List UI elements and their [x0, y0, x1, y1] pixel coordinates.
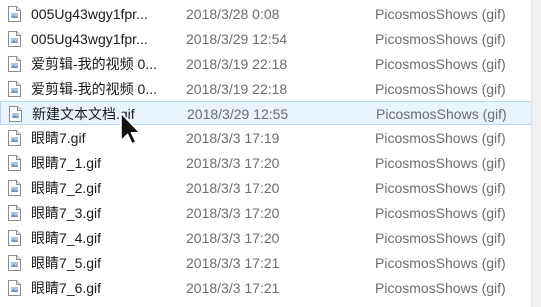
file-type: PicosmosShows (gif) — [375, 255, 506, 271]
document-icon — [8, 255, 21, 271]
file-name[interactable]: 眼睛7.gif — [31, 129, 179, 147]
file-row[interactable]: 眼睛7_1.gif 2018/3/3 17:20 PicosmosShows (… — [0, 151, 541, 175]
document-icon — [8, 205, 21, 221]
file-type: PicosmosShows (gif) — [375, 31, 506, 47]
file-date-modified: 2018/3/29 12:55 — [187, 106, 289, 122]
file-name[interactable]: 眼睛7_3.gif — [31, 204, 179, 222]
file-type: PicosmosShows (gif) — [375, 230, 506, 246]
file-type: PicosmosShows (gif) — [375, 205, 506, 221]
document-icon — [8, 155, 21, 171]
file-date-modified: 2018/3/3 17:21 — [186, 255, 280, 271]
file-type: PicosmosShows (gif) — [375, 6, 506, 22]
file-row[interactable]: 005Ug43wgy1fpr... 2018/3/29 12:54 Picosm… — [0, 27, 541, 51]
file-type: PicosmosShows (gif) — [375, 81, 506, 97]
file-type: PicosmosShows (gif) — [375, 180, 506, 196]
file-name[interactable]: 眼睛7_1.gif — [31, 154, 179, 172]
file-name[interactable]: 005Ug43wgy1fpr... — [31, 30, 179, 48]
file-name[interactable]: 爱剪辑-我的视频 0... — [31, 55, 179, 73]
file-list: 005Ug43wgy1fpr... 2018/3/28 0:08 Picosmo… — [0, 0, 541, 307]
document-icon — [8, 280, 21, 296]
file-row[interactable]: 眼睛7_4.gif 2018/3/3 17:20 PicosmosShows (… — [0, 226, 541, 250]
file-name[interactable]: 眼睛7_4.gif — [31, 229, 179, 247]
file-row[interactable]: 眼睛7_5.gif 2018/3/3 17:21 PicosmosShows (… — [0, 251, 541, 275]
document-icon — [8, 130, 21, 146]
file-row-selected[interactable]: 新建文本文档.gif 2018/3/29 12:55 PicosmosShows… — [0, 101, 541, 125]
file-type: PicosmosShows (gif) — [376, 106, 507, 122]
file-name[interactable]: 爱剪辑-我的视频 0... — [31, 80, 179, 98]
file-date-modified: 2018/3/29 12:54 — [186, 31, 288, 47]
file-name[interactable]: 眼睛7_5.gif — [31, 254, 179, 272]
file-name[interactable]: 眼睛7_2.gif — [31, 179, 179, 197]
file-name[interactable]: 新建文本文档.gif — [32, 105, 180, 123]
vertical-scrollbar[interactable] — [531, 0, 541, 307]
file-name[interactable]: 眼睛7_6.gif — [31, 279, 179, 297]
file-date-modified: 2018/3/3 17:20 — [186, 205, 280, 221]
file-row[interactable]: 眼睛7.gif 2018/3/3 17:19 PicosmosShows (gi… — [0, 126, 541, 150]
document-icon — [8, 56, 21, 72]
file-date-modified: 2018/3/19 22:18 — [186, 56, 288, 72]
document-icon — [9, 106, 22, 122]
file-date-modified: 2018/3/19 22:18 — [186, 81, 288, 97]
file-row[interactable]: 爱剪辑-我的视频 0... 2018/3/19 22:18 PicosmosSh… — [0, 77, 541, 101]
file-date-modified: 2018/3/3 17:20 — [186, 230, 280, 246]
file-date-modified: 2018/3/28 0:08 — [186, 6, 280, 22]
document-icon — [8, 31, 21, 47]
file-date-modified: 2018/3/3 17:20 — [186, 155, 280, 171]
file-date-modified: 2018/3/3 17:21 — [186, 280, 280, 296]
file-type: PicosmosShows (gif) — [375, 155, 506, 171]
file-name[interactable]: 005Ug43wgy1fpr... — [31, 5, 179, 23]
file-date-modified: 2018/3/3 17:20 — [186, 180, 280, 196]
file-row[interactable]: 眼睛7_6.gif 2018/3/3 17:21 PicosmosShows (… — [0, 276, 541, 300]
document-icon — [8, 230, 21, 246]
document-icon — [8, 81, 21, 97]
mouse-pointer-icon — [120, 112, 141, 145]
file-date-modified: 2018/3/3 17:19 — [186, 130, 280, 146]
file-row[interactable]: 005Ug43wgy1fpr... 2018/3/28 0:08 Picosmo… — [0, 2, 541, 26]
file-type: PicosmosShows (gif) — [375, 280, 506, 296]
document-icon — [8, 180, 21, 196]
file-row[interactable]: 眼睛7_2.gif 2018/3/3 17:20 PicosmosShows (… — [0, 176, 541, 200]
document-icon — [8, 6, 21, 22]
file-row[interactable]: 眼睛7_3.gif 2018/3/3 17:20 PicosmosShows (… — [0, 201, 541, 225]
file-type: PicosmosShows (gif) — [375, 56, 506, 72]
file-type: PicosmosShows (gif) — [375, 130, 506, 146]
file-row[interactable]: 爱剪辑-我的视频 0... 2018/3/19 22:18 PicosmosSh… — [0, 52, 541, 76]
